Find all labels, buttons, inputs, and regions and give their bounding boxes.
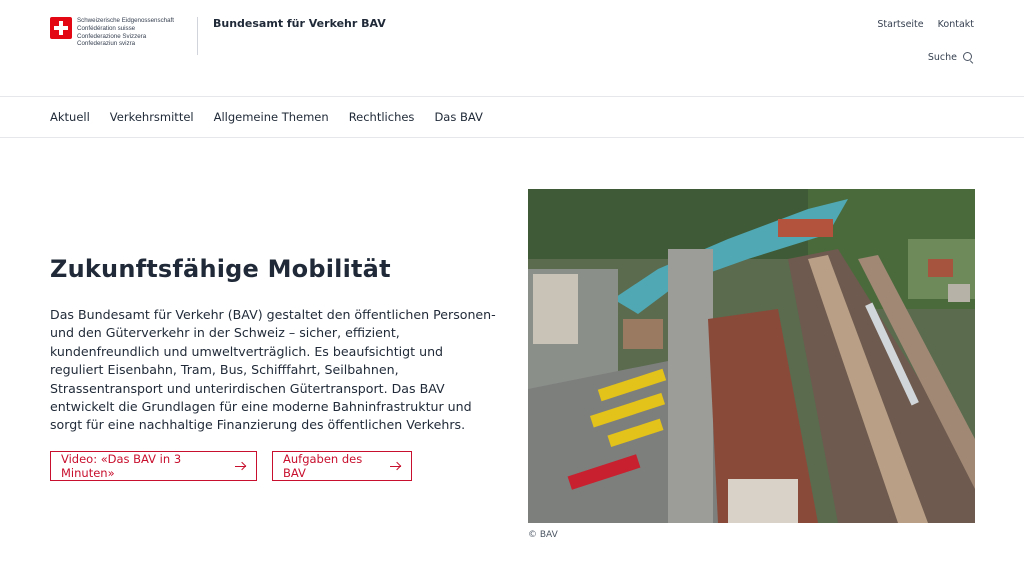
video-button[interactable]: Video: «Das BAV in 3 Minuten» [50, 451, 257, 481]
hero-title: Zukunftsfähige Mobilität [50, 255, 391, 283]
nav-item-aktuell[interactable]: Aktuell [50, 110, 90, 124]
confederation-text: Schweizerische Eidgenossenschaft Confédé… [77, 17, 174, 48]
site-header: Schweizerische Eidgenossenschaft Confédé… [0, 0, 1024, 96]
search-label: Suche [927, 52, 957, 63]
contact-link[interactable]: Kontakt [938, 19, 974, 30]
confederation-line-de: Schweizerische Eidgenossenschaft [77, 17, 174, 24]
search-button[interactable]: Suche [928, 52, 974, 63]
video-button-label: Video: «Das BAV in 3 Minuten» [61, 452, 182, 480]
office-name[interactable]: Bundesamt für Verkehr BAV [213, 17, 386, 30]
tasks-button-label: Aufgaben des BAV [283, 452, 363, 480]
search-icon [963, 52, 974, 63]
confederation-line-it: Confederazione Svizzera [77, 32, 147, 40]
confederation-line-rm: Confederaziun svizra [77, 40, 136, 48]
header-divider [197, 17, 198, 55]
tasks-button[interactable]: Aufgaben des BAV [272, 451, 412, 481]
arrow-right-icon [389, 462, 401, 470]
hero-image [528, 189, 975, 523]
hero-description: Das Bundesamt für Verkehr (BAV) gestalte… [50, 307, 496, 433]
main-navigation: Aktuell Verkehrsmittel Allgemeine Themen… [0, 96, 1024, 138]
nav-item-allgemeine-themen[interactable]: Allgemeine Themen [214, 110, 329, 124]
confederation-line-fr: Confédération suisse [77, 24, 136, 32]
arrow-right-icon [234, 462, 246, 470]
aerial-station-photo [528, 189, 975, 523]
nav-item-das-bav[interactable]: Das BAV [434, 110, 482, 124]
nav-item-rechtliches[interactable]: Rechtliches [349, 110, 415, 124]
swiss-cross-icon [50, 17, 72, 39]
meta-links: Startseite Kontakt [877, 19, 974, 30]
home-link[interactable]: Startseite [877, 19, 923, 30]
image-credit: © BAV [528, 530, 558, 540]
nav-item-verkehrsmittel[interactable]: Verkehrsmittel [110, 110, 194, 124]
confederation-logo[interactable]: Schweizerische Eidgenossenschaft Confédé… [50, 17, 174, 48]
